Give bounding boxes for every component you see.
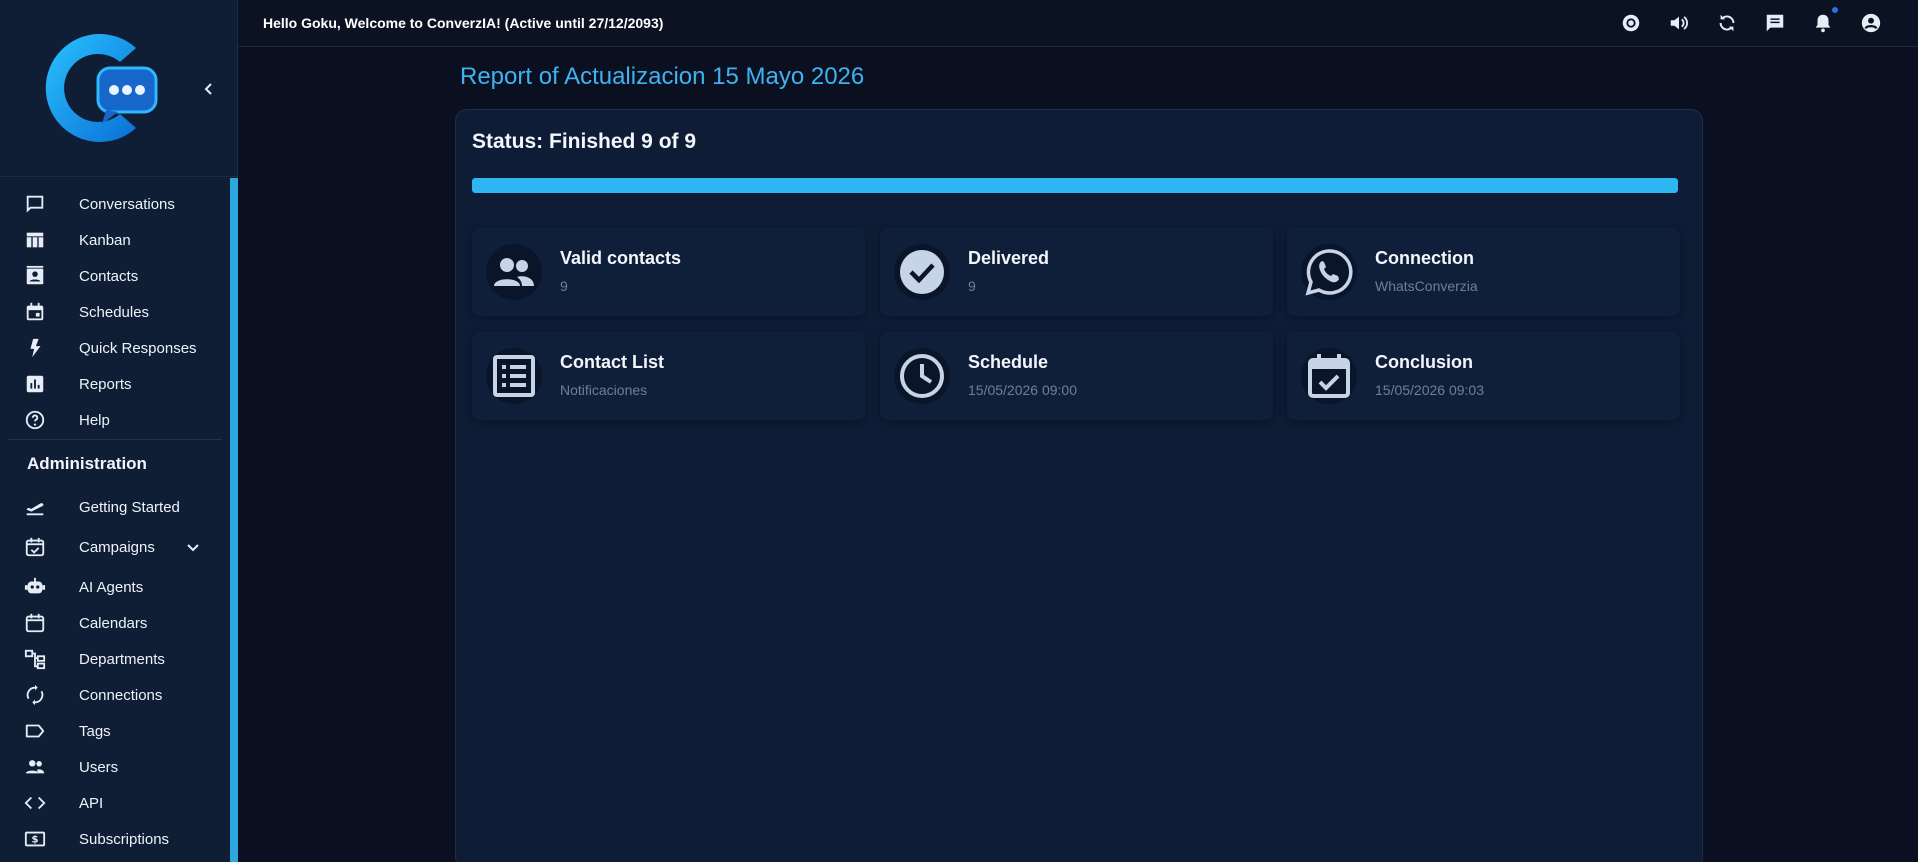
sidebar-item-tags[interactable]: Tags [0,713,230,749]
group-icon [486,244,542,300]
chat-icon [24,193,46,215]
calendar-icon [24,612,46,634]
card-value: 9 [560,278,568,294]
sidebar-item-label: Quick Responses [79,339,197,357]
page-title: Report of Actualizacion 15 Mayo 2026 [460,63,865,90]
messages-icon[interactable] [1763,11,1787,35]
refresh-icon[interactable] [1715,11,1739,35]
sidebar-divider [8,439,222,440]
card-title: Delivered [968,248,1050,268]
event-available-icon [1301,348,1357,404]
card-title: Schedule [968,352,1049,372]
collapse-sidebar-button[interactable] [198,78,220,100]
sidebar-item-label: Reports [79,375,132,393]
card-delivered: Delivered 9 [880,228,1273,316]
sidebar-item-users[interactable]: Users [0,749,230,785]
sidebar-item-kanban[interactable]: Kanban [0,222,230,258]
sidebar-item-label: AI Agents [79,578,144,596]
app-logo [45,34,158,142]
card-connection: Connection WhatsConverzia [1287,228,1680,316]
code-icon [24,792,46,814]
sidebar-item-label: Connections [79,686,163,704]
kanban-icon [24,229,46,251]
sidebar-item-api[interactable]: API [0,785,230,821]
volume-icon[interactable] [1667,11,1691,35]
sidebar-item-connections[interactable]: Connections [0,677,230,713]
chart-icon [24,373,46,395]
sidebar-item-label: API [79,794,104,812]
sidebar-item-label: Campaigns [79,538,155,556]
sidebar-item-label: Getting Started [79,498,180,516]
card-title: Valid contacts [560,248,682,268]
card-contact-list: Contact List Notificaciones [472,332,865,420]
sidebar-item-schedules[interactable]: Schedules [0,294,230,330]
robot-icon [24,576,46,598]
sidebar-item-ai-agents[interactable]: AI Agents [0,569,230,605]
account-icon[interactable] [1859,11,1883,35]
clock-icon [894,348,950,404]
sidebar-item-label: Users [79,758,119,776]
sidebar-item-conversations[interactable]: Conversations [0,186,230,222]
report-panel [455,109,1703,862]
card-value: 9 [968,278,976,294]
sidebar-item-label: Calendars [79,614,148,632]
sidebar: Conversations Kanban Contacts Schedules … [0,0,238,862]
card-value: WhatsConverzia [1375,278,1478,294]
sidebar-item-reports[interactable]: Reports [0,366,230,402]
sidebar-item-label: Kanban [79,231,131,249]
sidebar-item-label: Departments [79,650,165,668]
administration-heading: Administration [27,454,147,473]
sidebar-item-label: Tags [79,722,111,740]
svg-text:$: $ [31,835,38,846]
sidebar-item-label: Contacts [79,267,139,285]
sidebar-scrollbar[interactable] [230,178,238,862]
card-conclusion: Conclusion 15/05/2026 09:03 [1287,332,1680,420]
contacts-icon [24,265,46,287]
card-title: Contact List [560,352,665,372]
card-value: 15/05/2026 09:03 [1375,382,1484,398]
topbar: Hello Goku, Welcome to ConverzIA! (Activ… [238,0,1918,47]
status-text: Status: Finished 9 of 9 [472,130,697,153]
sidebar-item-label: Schedules [79,303,150,321]
progress-bar [472,178,1678,193]
flight-takeoff-icon [24,496,46,518]
dollar-icon: $ [24,828,46,850]
brightness-icon[interactable] [1619,11,1643,35]
welcome-message: Hello Goku, Welcome to ConverzIA! (Activ… [263,15,664,31]
card-value: 15/05/2026 09:00 [968,382,1077,398]
chevron-left-icon [204,83,212,95]
org-tree-icon [24,648,46,670]
whatsapp-icon [1301,244,1357,300]
card-value: Notificaciones [560,382,648,398]
card-title: Connection [1375,248,1474,268]
calendar-event-icon [24,301,46,323]
sidebar-item-label: Conversations [79,195,175,213]
users-icon [24,756,46,778]
notification-badge [1832,7,1838,13]
sync-icon [24,684,46,706]
bolt-icon [24,337,46,359]
card-title: Conclusion [1375,352,1473,372]
sidebar-item-campaigns[interactable]: Campaigns [0,529,230,565]
card-schedule: Schedule 15/05/2026 09:00 [880,332,1273,420]
sidebar-item-label: Help [79,411,110,429]
logo-area [0,0,238,177]
sidebar-item-calendars[interactable]: Calendars [0,605,230,641]
chevron-down-icon[interactable] [184,538,202,556]
card-valid-contacts: Valid contacts 9 [472,228,865,316]
sidebar-item-help[interactable]: Help [0,402,230,438]
event-check-icon [24,536,46,558]
sidebar-item-quick-responses[interactable]: Quick Responses [0,330,230,366]
check-circle-icon [894,244,950,300]
sidebar-item-departments[interactable]: Departments [0,641,230,677]
sidebar-item-contacts[interactable]: Contacts [0,258,230,294]
list-icon [486,348,542,404]
tag-icon [24,720,46,742]
progress-bar-fill [472,178,1678,193]
sidebar-item-subscriptions[interactable]: $ Subscriptions [0,821,230,857]
sidebar-item-getting-started[interactable]: Getting Started [0,489,230,525]
help-icon [24,409,46,431]
bell-icon[interactable] [1811,11,1835,35]
sidebar-item-label: Subscriptions [79,830,170,848]
